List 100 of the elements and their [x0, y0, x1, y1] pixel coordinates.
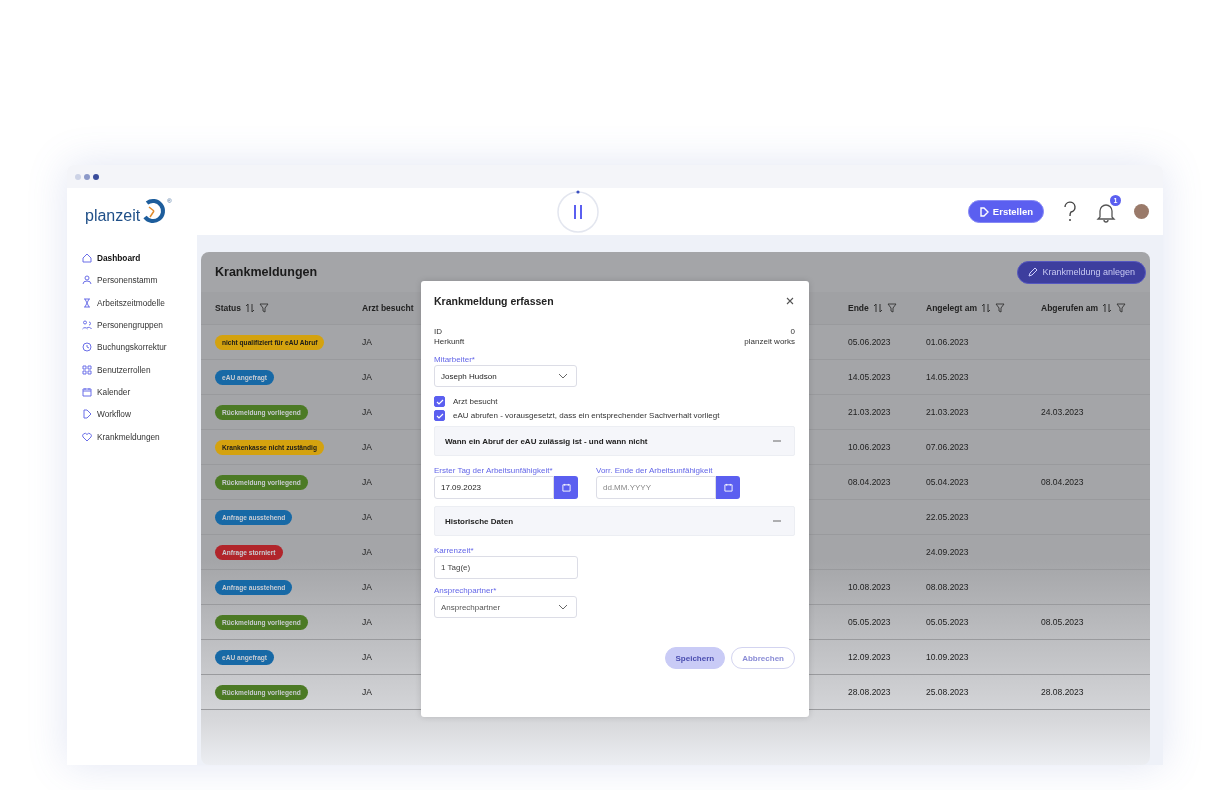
table-cell: 24.03.2023 [1041, 407, 1084, 417]
checkbox-label: eAU abrufen - vorausgesetzt, dass ein entsprechender Sachverhalt vorliegt [453, 411, 720, 420]
column-header: Angelegt am [926, 303, 977, 313]
table-cell: JA [362, 477, 372, 487]
checkbox-label: Arzt besucht [453, 397, 498, 406]
field-label: Vorr. Ende der Arbeitsunfähigkeit [596, 466, 714, 475]
sort-icon[interactable] [872, 303, 883, 313]
accordion-header[interactable]: Wann ein Abruf der eAU zulässig ist - und wann nicht [434, 426, 795, 456]
create-button[interactable]: Erstellen [967, 200, 1044, 223]
contact-select[interactable]: Ansprechpartner [434, 596, 577, 618]
checkbox[interactable] [434, 410, 445, 421]
table-cell: 08.08.2023 [926, 582, 969, 592]
table-cell: JA [362, 687, 372, 697]
sidebar-item[interactable]: Personengruppen [82, 313, 197, 337]
filter-icon[interactable] [995, 303, 1005, 313]
pencil-icon [1028, 267, 1039, 277]
nav-icon [82, 386, 92, 397]
nav-icon [82, 253, 92, 264]
field-label: Mitarbeiter* [434, 355, 476, 364]
table-cell: 28.08.2023 [848, 687, 891, 697]
accordion-header[interactable]: Historische Daten [434, 506, 795, 536]
sidebar-item[interactable]: Dashboard [82, 247, 197, 270]
dialog-title: Krankmeldung erfassen [434, 295, 554, 307]
table-cell: 21.03.2023 [848, 407, 891, 417]
page-title: Krankmeldungen [215, 265, 318, 279]
date-input[interactable]: dd.MM.YYYY [596, 476, 716, 499]
nav-icon [82, 431, 92, 442]
nav-icon [82, 409, 92, 420]
table-cell: 01.06.2023 [926, 337, 969, 347]
avatar[interactable] [1134, 204, 1149, 219]
table-cell: 10.08.2023 [848, 582, 891, 592]
table-cell: 22.05.2023 [926, 512, 969, 522]
calendar-button[interactable] [716, 476, 740, 499]
pause-button[interactable] [556, 190, 600, 234]
info-value: planzeit works [744, 337, 795, 346]
table-cell: JA [362, 582, 372, 592]
table-cell: 08.05.2023 [1041, 617, 1084, 627]
employee-select[interactable]: Joseph Hudson [434, 365, 577, 387]
sidebar-item[interactable]: Krankmeldungen [82, 425, 197, 448]
calendar-button[interactable] [554, 476, 578, 499]
sort-icon[interactable] [1102, 303, 1113, 313]
nav-icon [82, 275, 92, 286]
calendar-icon [561, 483, 571, 492]
column-header: Status [215, 303, 241, 313]
table-cell: 24.09.2023 [926, 547, 969, 557]
column-header: Arzt besucht [362, 303, 414, 313]
table-cell: 14.05.2023 [926, 372, 969, 382]
field-label: Ansprechpartner* [434, 586, 498, 595]
clock-logo-icon [141, 198, 168, 224]
table-cell: JA [362, 372, 372, 382]
table-cell: 08.04.2023 [848, 477, 891, 487]
waiting-period-input[interactable]: 1 Tag(e) [434, 556, 578, 579]
filter-icon[interactable] [886, 303, 897, 313]
sort-icon[interactable] [245, 303, 255, 313]
window-dot [84, 173, 90, 180]
table-cell: 07.06.2023 [926, 442, 969, 452]
table-cell: JA [362, 547, 372, 557]
field-label: Erster Tag der Arbeitsunfähigkeit* [434, 466, 554, 475]
table-cell: 05.04.2023 [926, 477, 969, 487]
table-cell: JA [362, 617, 372, 627]
calendar-icon [723, 483, 733, 492]
filter-icon[interactable] [259, 303, 269, 313]
add-sick-note-button[interactable]: Krankmeldung anlegen [1017, 260, 1146, 284]
help-icon[interactable] [1062, 200, 1078, 223]
sidebar-item[interactable]: Arbeitszeitmodelle [82, 291, 197, 314]
sidebar-item[interactable]: Benutzerrollen [82, 358, 197, 381]
table-cell: 12.09.2023 [848, 652, 891, 662]
sidebar-item[interactable]: Personenstamm [82, 269, 197, 292]
play-icon [978, 206, 989, 217]
table-cell: 10.06.2023 [848, 442, 891, 452]
table-cell: 05.05.2023 [926, 617, 969, 627]
window-dot [75, 173, 81, 180]
table-cell: JA [362, 407, 372, 417]
table-cell: JA [362, 337, 372, 347]
info-label: Herkunft [434, 337, 465, 346]
info-label: ID [434, 327, 442, 336]
table-cell: 05.06.2023 [848, 337, 891, 347]
date-input[interactable]: 17.09.2023 [434, 476, 554, 499]
window-dot [93, 173, 99, 180]
sidebar-item[interactable]: Kalender [82, 380, 197, 404]
table-cell: 10.09.2023 [926, 652, 969, 662]
logo-text: planzeit [85, 207, 141, 225]
close-icon[interactable] [785, 296, 795, 306]
column-header: Ende [848, 303, 869, 313]
column-header: Abgerufen am [1041, 303, 1099, 313]
table-cell: 14.05.2023 [848, 372, 891, 382]
table-cell: JA [362, 442, 372, 452]
table-cell: JA [362, 512, 372, 522]
table-cell: 25.08.2023 [926, 687, 969, 697]
field-label: Karrenzeit* [434, 546, 475, 555]
chevron-down-icon [558, 373, 568, 379]
filter-icon[interactable] [1116, 303, 1127, 313]
chevron-down-icon [558, 604, 568, 610]
checkbox[interactable] [434, 396, 445, 407]
sidebar-item[interactable]: Buchungskorrektur [82, 336, 197, 359]
nav-icon [82, 320, 92, 331]
nav-icon [82, 297, 92, 308]
nav-icon [82, 342, 92, 353]
sidebar-item[interactable]: Workflow [82, 403, 197, 426]
sort-icon[interactable] [981, 303, 991, 313]
